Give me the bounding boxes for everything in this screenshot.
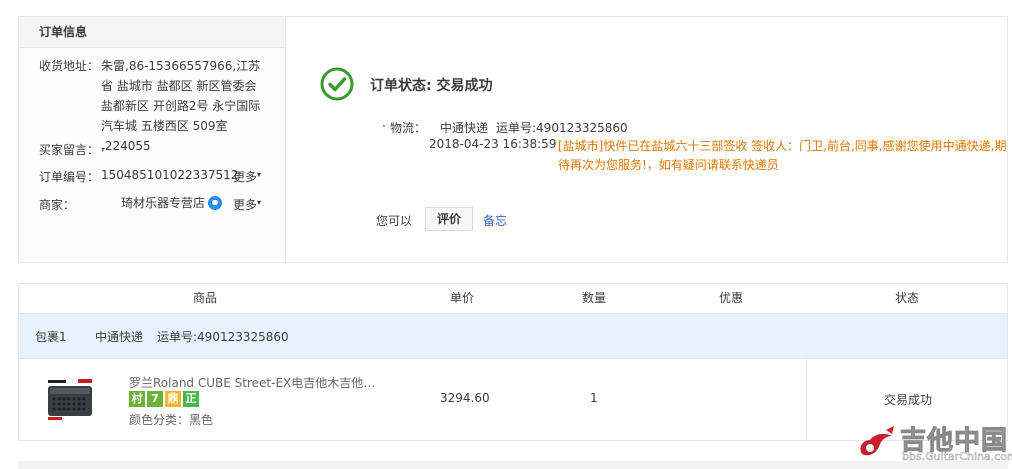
service-badges: 村7鼎正 <box>129 391 201 407</box>
items-table: 商品 单价 数量 优惠 状态 包裹1 中通快递 运单号:490123325860… <box>18 283 1008 441</box>
village-badge-icon[interactable]: 村 <box>129 391 145 407</box>
header-discount: 优惠 <box>719 291 744 305</box>
order-info-title: 订单信息 <box>19 17 285 48</box>
product-quantity: 1 <box>590 391 598 405</box>
package-company: 中通快递 <box>95 330 144 344</box>
product-price: 3294.60 <box>440 391 490 405</box>
actions-label: 您可以 <box>376 214 413 228</box>
watermark-url: bbs.GuitarChina.com <box>902 450 1012 464</box>
logistics-detail: [盐城市]快件已在盐城六十三部签收 签收人：门卫,前台,同事,感谢您使用中通快递… <box>558 139 1007 172</box>
product-name-link[interactable]: 罗兰Roland CUBE Street-EX电吉他木吉他… <box>129 374 379 391</box>
address-value: 朱雷,86-15366557966,江苏省 盐城市 盐都区 新区管委会 盐都新区… <box>101 59 261 153</box>
memo-link[interactable]: 备忘 <box>483 212 507 229</box>
header-status: 状态 <box>895 291 920 305</box>
watermark: 吉他中国 bbs.GuitarChina.com <box>856 420 1012 464</box>
chevron-down-icon: ▾ <box>257 198 262 207</box>
success-check-icon <box>320 67 354 101</box>
seller-name-link[interactable]: 琦材乐器专营店 <box>121 196 205 210</box>
bullet-dot: · <box>382 119 386 133</box>
seller-value-wrap: 琦材乐器专营店 <box>121 193 223 213</box>
package-bar: 包裹1 中通快递 运单号:490123325860 <box>19 313 1007 359</box>
buyer-note-label: 买家留言： <box>39 143 100 157</box>
address-row: 收货地址： 朱雷,86-15366557966,江苏省 盐城市 盐都区 新区管委… <box>39 57 283 153</box>
order-status-column: 订单状态: 交易成功 · 物流： 中通快递 运单号:490123325860 2… <box>286 17 1007 262</box>
chevron-down-icon: ▾ <box>257 170 262 179</box>
order-number-value: 150485101022337512 <box>101 168 239 182</box>
seller-more-label: 更多 <box>233 198 258 212</box>
seller-label: 商家： <box>39 198 76 212</box>
order-panel: 订单信息 收货地址： 朱雷,86-15366557966,江苏省 盐城市 盐都区… <box>18 16 1008 263</box>
item-status: 交易成功 <box>884 393 933 407</box>
buyer-note-value: - <box>101 141 106 155</box>
header-product: 商品 <box>193 291 218 305</box>
logistics-time: 2018-04-23 16:38:59 <box>429 137 557 151</box>
genuine-badge-icon[interactable]: 正 <box>183 391 199 407</box>
shop-badge-icon[interactable]: 鼎 <box>165 391 181 407</box>
package-waybill: 运单号:490123325860 <box>157 330 289 344</box>
order-number-label: 订单编号： <box>39 170 100 184</box>
logistics-waybill: 运单号:490123325860 <box>496 121 628 135</box>
rate-button[interactable]: 评价 <box>425 207 473 231</box>
address-label: 收货地址： <box>39 59 100 73</box>
seven-day-return-badge-icon[interactable]: 7 <box>147 391 163 407</box>
package-label: 包裹1 <box>35 330 67 344</box>
product-sku: 颜色分类：黑色 <box>129 413 214 427</box>
product-thumbnail[interactable] <box>45 376 95 422</box>
logistics-company: 中通快递 <box>440 121 489 135</box>
seller-more-link[interactable]: 更多▾ <box>233 196 261 213</box>
header-quantity: 数量 <box>582 291 607 305</box>
guitar-logo-icon <box>860 426 894 456</box>
wangwang-chat-icon[interactable] <box>208 195 223 210</box>
order-status-title: 订单状态: 交易成功 <box>370 78 493 94</box>
order-more-link[interactable]: 更多▾ <box>233 168 261 185</box>
order-info-column: 订单信息 收货地址： 朱雷,86-15366557966,江苏省 盐城市 盐都区… <box>19 17 286 262</box>
header-unit-price: 单价 <box>450 291 475 305</box>
logistics-label: 物流： <box>390 121 427 135</box>
order-more-label: 更多 <box>233 170 258 184</box>
